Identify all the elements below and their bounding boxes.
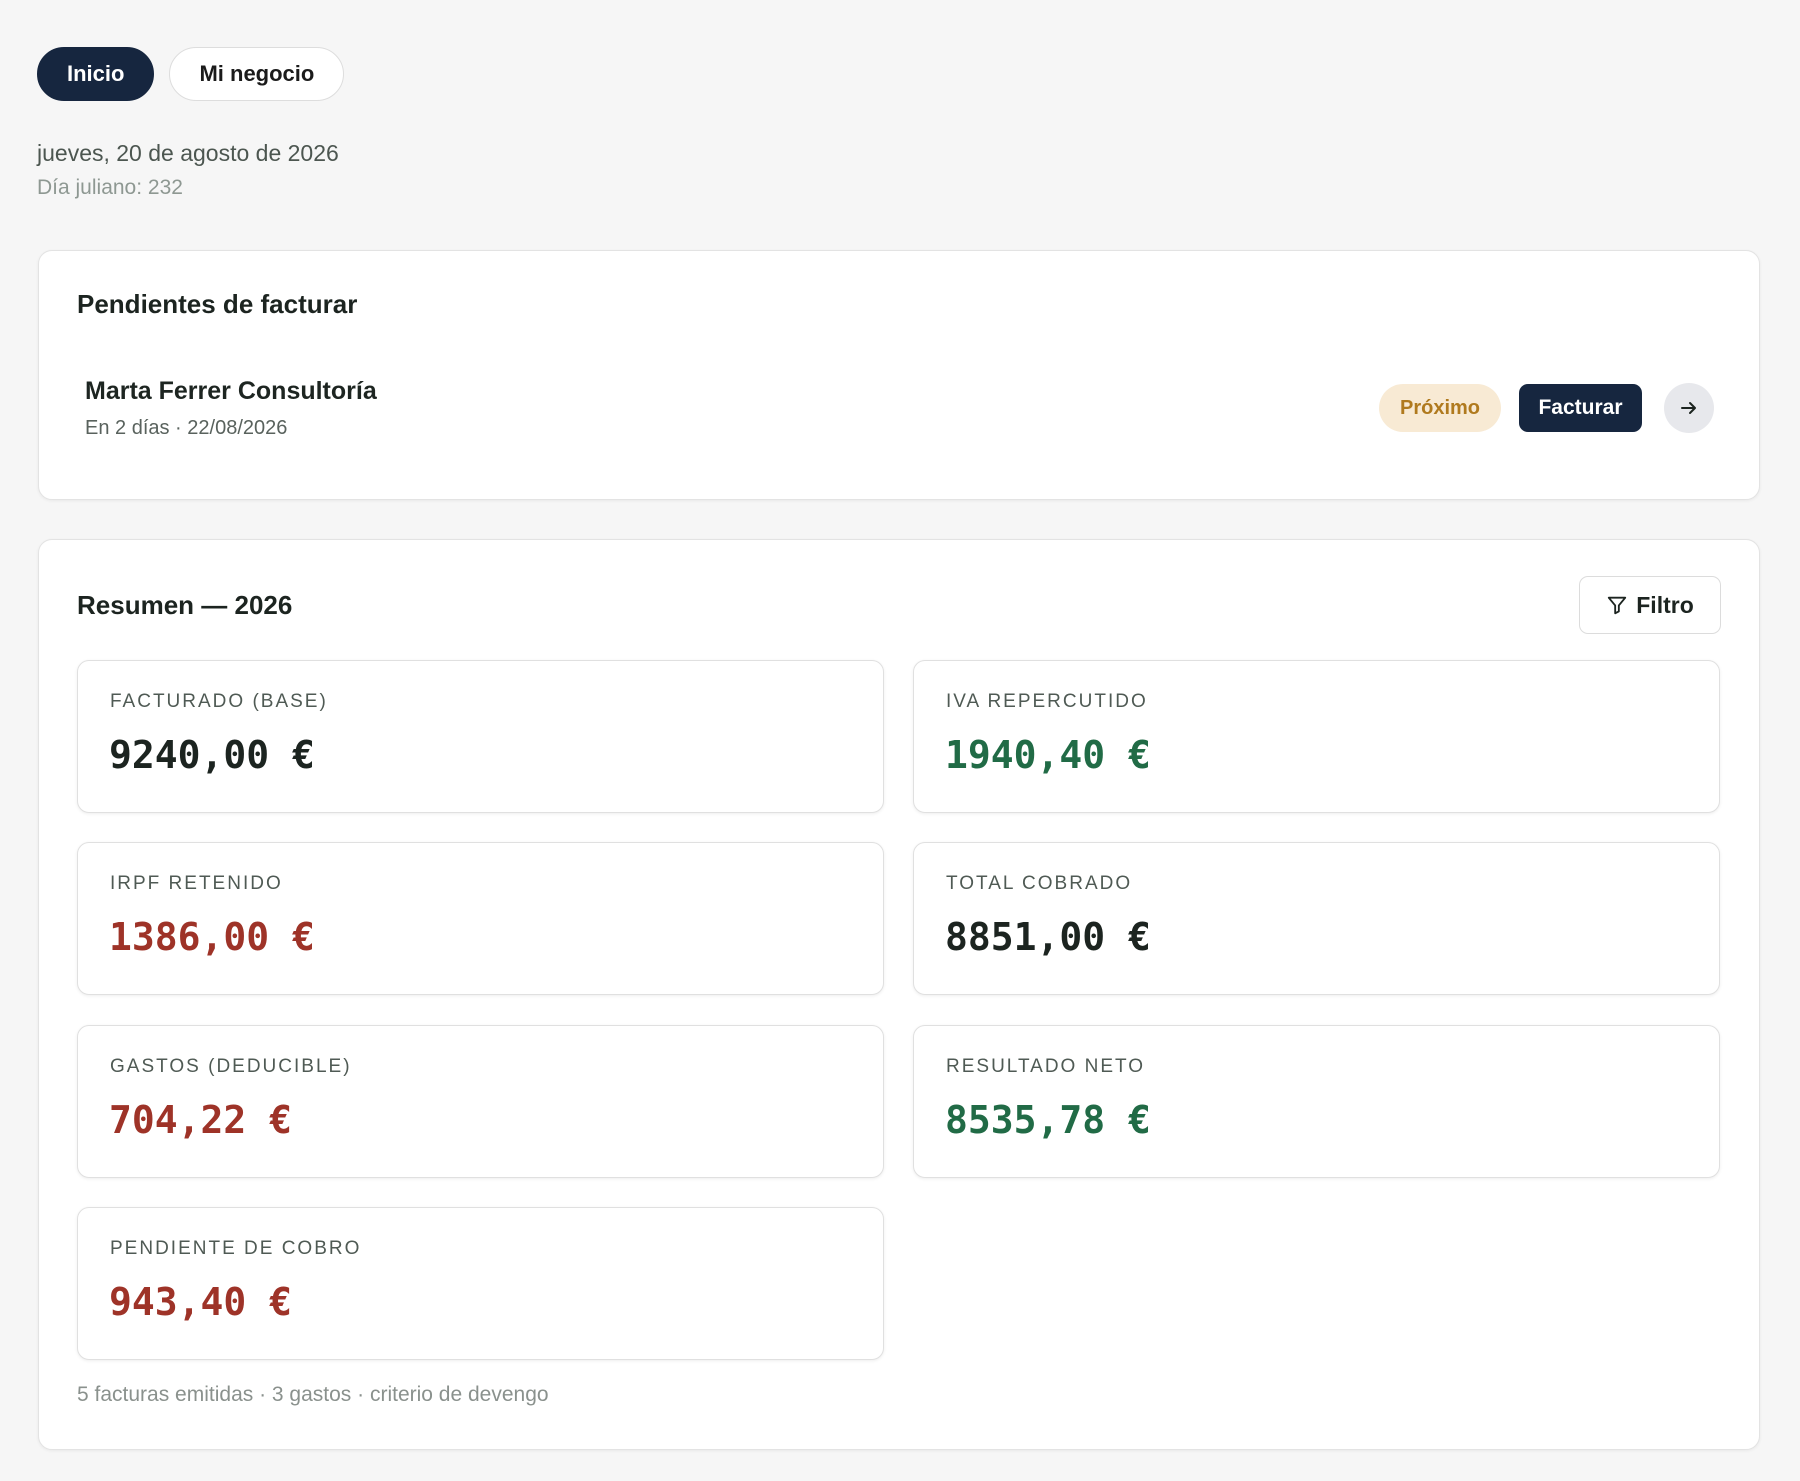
pending-client-name: Marta Ferrer Consultoría: [85, 377, 377, 405]
stat-value: 8535,78 €: [945, 1098, 1151, 1142]
arrow-right-icon: [1681, 402, 1696, 414]
stat-pendiente-cobro: PENDIENTE DE COBRO 943,40 €: [77, 1207, 884, 1360]
stat-value: 1386,00 €: [109, 915, 315, 959]
stat-label: PENDIENTE DE COBRO: [110, 1238, 362, 1259]
facturar-button[interactable]: Facturar: [1519, 384, 1642, 432]
filter-button[interactable]: Filtro: [1579, 576, 1721, 634]
stat-value: 8851,00 €: [945, 915, 1151, 959]
stat-resultado-neto: RESULTADO NETO 8535,78 €: [913, 1025, 1720, 1178]
stat-label: GASTOS (DEDUCIBLE): [110, 1056, 352, 1077]
funnel-icon: [1608, 596, 1627, 615]
tab-mi-negocio[interactable]: Mi negocio: [169, 47, 345, 101]
top-nav: Inicio Mi negocio: [37, 47, 345, 101]
pending-client-due: En 2 días · 22/08/2026: [85, 417, 288, 439]
stat-irpf: IRPF RETENIDO 1386,00 €: [77, 842, 884, 995]
current-date: jueves, 20 de agosto de 2026: [37, 140, 339, 166]
summary-title: Resumen — 2026: [77, 590, 293, 620]
stat-facturado: FACTURADO (BASE) 9240,00 €: [77, 660, 884, 813]
pending-invoices-title: Pendientes de facturar: [77, 289, 358, 319]
summary-footer-note: 5 facturas emitidas · 3 gastos · criteri…: [77, 1383, 549, 1406]
open-item-button[interactable]: [1664, 383, 1714, 433]
stat-label: FACTURADO (BASE): [110, 691, 328, 712]
stat-label: TOTAL COBRADO: [946, 873, 1133, 894]
stat-value: 9240,00 €: [109, 733, 315, 777]
summary-card: Resumen — 2026 Filtro FACTURADO (BASE) 9…: [38, 539, 1760, 1450]
stat-label: RESULTADO NETO: [946, 1056, 1146, 1077]
stat-label: IVA REPERCUTIDO: [946, 691, 1148, 712]
stat-iva: IVA REPERCUTIDO 1940,40 €: [913, 660, 1720, 813]
stat-value: 943,40 €: [109, 1280, 293, 1324]
julian-day: Día juliano: 232: [37, 176, 183, 199]
tab-inicio[interactable]: Inicio: [37, 47, 155, 101]
filter-label: Filtro: [1636, 591, 1694, 618]
pending-invoices-card: Pendientes de facturar Marta Ferrer Cons…: [38, 250, 1760, 500]
stat-value: 1940,40 €: [945, 733, 1151, 777]
stat-total-cobrado: TOTAL COBRADO 8851,00 €: [913, 842, 1720, 995]
dashboard-page: Inicio Mi negocio jueves, 20 de agosto d…: [0, 0, 1800, 1481]
stat-value: 704,22 €: [109, 1098, 293, 1142]
stat-gastos: GASTOS (DEDUCIBLE) 704,22 €: [77, 1025, 884, 1178]
status-badge: Próximo: [1379, 384, 1501, 432]
stat-label: IRPF RETENIDO: [110, 873, 283, 894]
